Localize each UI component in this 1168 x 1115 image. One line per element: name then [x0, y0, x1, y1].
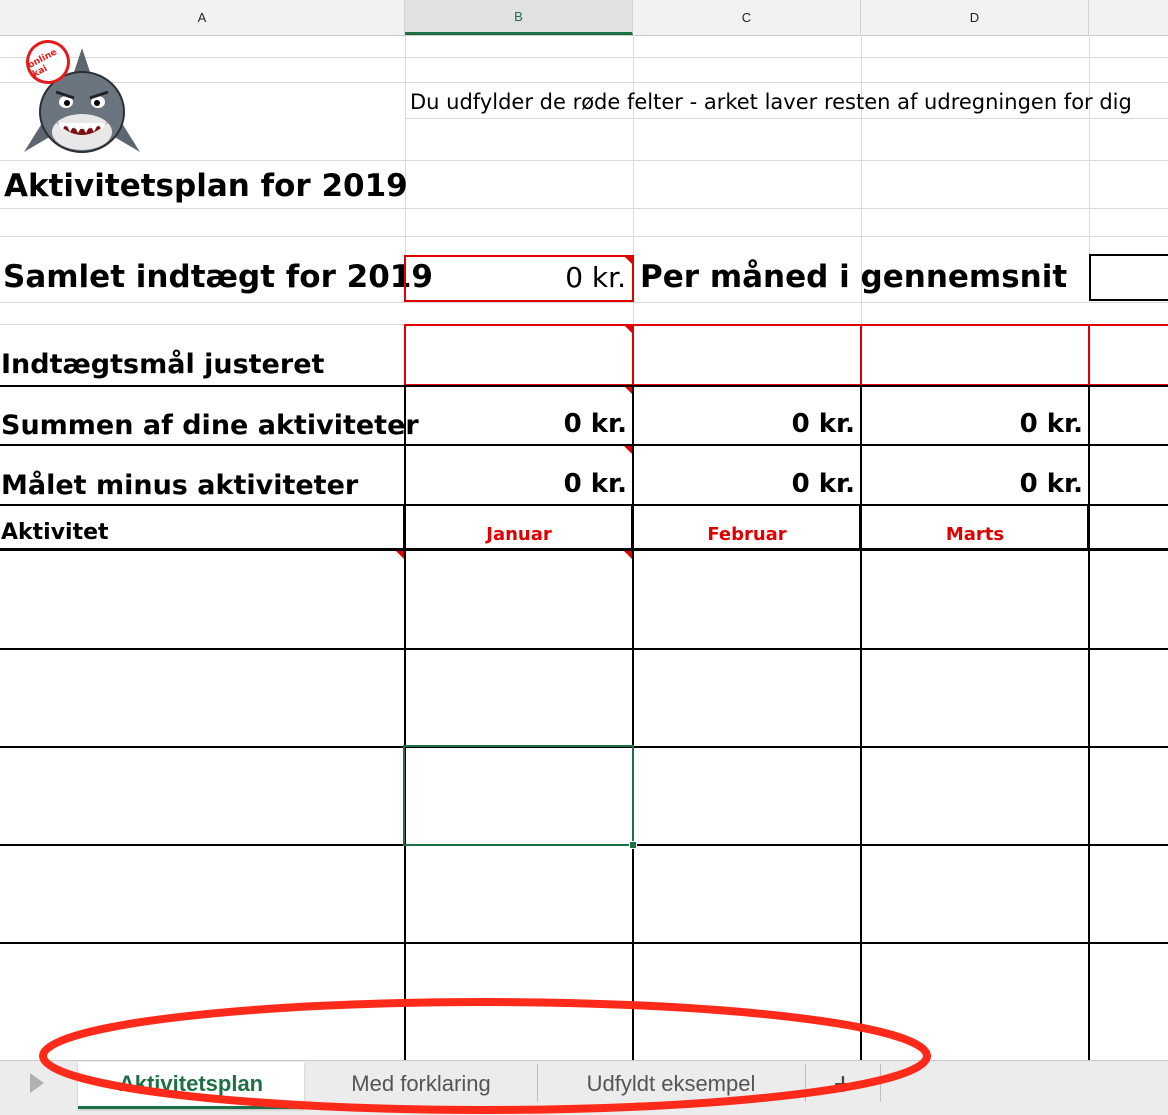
activities-sum-jan[interactable]: 0 kr.	[405, 409, 627, 439]
column-header-d[interactable]: D	[861, 0, 1089, 35]
goal-minus-activities-mar[interactable]: 0 kr.	[861, 469, 1083, 499]
fill-handle[interactable]	[629, 841, 637, 849]
column-header-a[interactable]: A	[0, 0, 405, 35]
activities-sum-feb[interactable]: 0 kr.	[633, 409, 855, 439]
instruction-text: Du udfylder de røde felter - arket laver…	[410, 90, 1132, 114]
column-header-b[interactable]: B	[405, 0, 633, 35]
activity-cell[interactable]	[0, 551, 404, 648]
goal-minus-activities-jan[interactable]: 0 kr.	[405, 469, 627, 499]
column-header-bar: A B C D	[0, 0, 1168, 36]
goal-minus-activities-label: Målet minus aktiviteter	[1, 470, 359, 501]
activity-header: Aktivitet	[1, 520, 109, 545]
page-title: Aktivitetsplan for 2019	[4, 168, 408, 204]
comment-marker	[624, 256, 633, 265]
adjusted-goal-input-jan[interactable]	[404, 324, 634, 386]
monthly-average-label: Per måned i gennemsnit	[640, 259, 1068, 295]
adjusted-goal-input-apr[interactable]	[1088, 324, 1168, 386]
month-header-marts[interactable]: Marts	[861, 524, 1089, 545]
income-value: 0 kr.	[565, 261, 626, 294]
goal-minus-activities-feb[interactable]: 0 kr.	[633, 469, 855, 499]
comment-marker	[624, 325, 633, 334]
adjusted-goal-input-feb[interactable]	[632, 324, 862, 386]
shark-mascot-icon: online kai	[18, 32, 142, 160]
income-label: Samlet indtægt for 2019	[3, 259, 433, 295]
activities-sum-mar[interactable]: 0 kr.	[861, 409, 1083, 439]
column-header-c[interactable]: C	[633, 0, 861, 35]
adjusted-goal-label: Indtægtsmål justeret	[1, 349, 325, 380]
adjusted-goal-input-mar[interactable]	[860, 324, 1090, 386]
month-header-januar[interactable]: Januar	[405, 524, 633, 545]
activity-cell[interactable]	[0, 846, 404, 942]
annotation-ellipse	[39, 998, 931, 1114]
logo-badge-text: online kai	[26, 47, 59, 80]
column-header-e[interactable]	[1089, 0, 1168, 35]
activity-cell[interactable]	[0, 748, 404, 844]
month-header-februar[interactable]: Februar	[633, 524, 861, 545]
activities-sum-label: Summen af dine aktiviteter	[1, 410, 419, 441]
monthly-average-cell[interactable]	[1089, 254, 1168, 301]
selected-cell[interactable]	[403, 745, 634, 846]
activity-cell[interactable]	[0, 650, 404, 746]
